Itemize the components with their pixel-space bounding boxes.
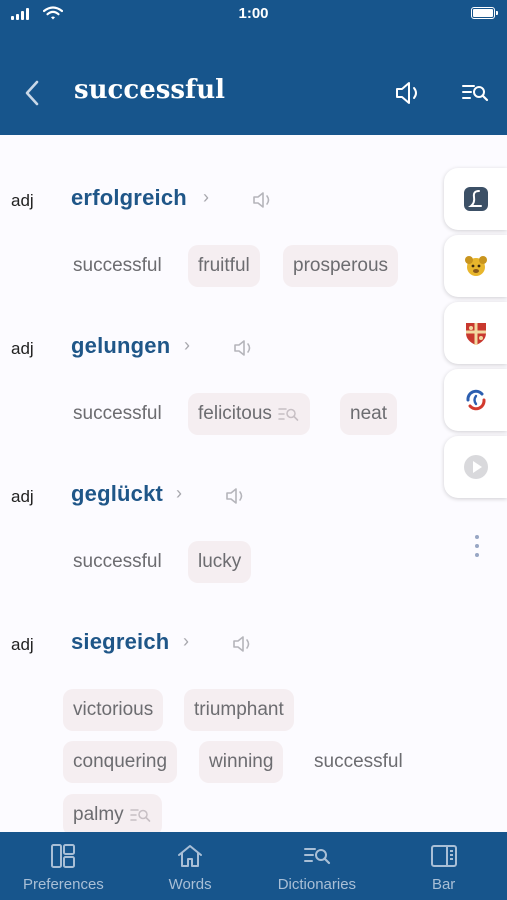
lookup-icon xyxy=(278,408,299,421)
translation-chip[interactable]: fruitful xyxy=(188,245,260,287)
translation-chip[interactable]: successful xyxy=(304,741,413,783)
side-dictionary-2[interactable] xyxy=(444,235,507,297)
speaker-icon[interactable] xyxy=(232,633,256,655)
headword[interactable]: erfolgreich xyxy=(71,185,187,211)
chevron-right-icon[interactable]: › xyxy=(184,335,190,356)
translation-chip[interactable]: successful xyxy=(63,393,172,435)
page-title: successful xyxy=(74,75,225,105)
translation-chip[interactable]: lucky xyxy=(188,541,252,583)
preferences-icon xyxy=(51,844,76,868)
header-bar: 1:00 successful xyxy=(0,0,507,135)
speaker-icon[interactable] xyxy=(233,337,257,359)
dictionary-search-button[interactable] xyxy=(460,80,490,106)
shield-dictionary-icon xyxy=(465,323,486,345)
translation-chip[interactable]: conquering xyxy=(63,741,178,783)
headword[interactable]: geglückt xyxy=(71,481,163,507)
translation-chip[interactable]: felicitous xyxy=(188,393,310,435)
headword[interactable]: siegreich xyxy=(71,629,169,655)
side-dictionary-1[interactable] xyxy=(444,168,507,230)
status-bar: 1:00 xyxy=(0,0,507,30)
speaker-icon[interactable] xyxy=(252,189,276,211)
translation-chip[interactable]: successful xyxy=(63,245,172,287)
script-l-dictionary-icon xyxy=(463,187,488,211)
translation-chip[interactable]: prosperous xyxy=(283,245,399,287)
tab-label: Dictionaries xyxy=(277,876,357,893)
chevron-right-icon[interactable]: › xyxy=(203,187,209,208)
dictionary-search-icon xyxy=(303,848,330,865)
swirl-dictionary-icon xyxy=(465,389,486,411)
speaker-icon[interactable] xyxy=(394,79,424,107)
chevron-right-icon[interactable]: › xyxy=(183,631,189,652)
tab-label: Preferences xyxy=(22,876,104,893)
part-of-speech: adj xyxy=(11,339,34,358)
dog-dictionary-icon xyxy=(464,256,487,276)
translation-list: adj erfolgreich › successful fruitful pr… xyxy=(0,135,507,832)
translation-chip[interactable]: neat xyxy=(340,393,397,435)
tab-words[interactable]: Words xyxy=(127,832,254,900)
translation-text: felicitous xyxy=(198,403,272,424)
translation-chip[interactable]: victorious xyxy=(63,689,164,731)
battery-icon xyxy=(471,7,498,19)
home-icon xyxy=(178,845,203,867)
headword[interactable]: gelungen xyxy=(71,333,170,359)
tab-label: Bar xyxy=(431,876,456,893)
translation-text: palmy xyxy=(73,804,124,825)
side-dictionary-4[interactable] xyxy=(444,369,507,431)
speaker-icon[interactable] xyxy=(225,485,249,507)
translation-chip[interactable]: triumphant xyxy=(184,689,294,731)
more-options-icon[interactable] xyxy=(474,535,480,557)
side-dictionary-3[interactable] xyxy=(444,302,507,364)
lookup-icon xyxy=(129,809,150,822)
translation-chip[interactable]: palmy xyxy=(63,794,162,832)
translation-chip[interactable]: winning xyxy=(199,741,284,783)
translation-chip[interactable]: successful xyxy=(63,541,172,583)
status-time: 1:00 xyxy=(238,5,269,22)
part-of-speech: adj xyxy=(11,635,34,654)
tab-bar-view[interactable]: Bar xyxy=(380,832,507,900)
chevron-right-icon[interactable]: › xyxy=(176,483,182,504)
side-dictionary-5[interactable] xyxy=(444,436,507,498)
tab-bar: Preferences Words Dictionaries Bar xyxy=(0,832,507,900)
chevron-left-icon xyxy=(25,80,39,106)
tab-dictionaries[interactable]: Dictionaries xyxy=(254,832,381,900)
sidebar-icon xyxy=(430,845,457,867)
play-dictionary-icon xyxy=(463,455,488,479)
tab-preferences[interactable]: Preferences xyxy=(0,832,127,900)
part-of-speech: adj xyxy=(11,487,34,506)
back-button[interactable] xyxy=(18,78,46,108)
tab-label: Words xyxy=(168,876,212,893)
part-of-speech: adj xyxy=(11,191,34,210)
